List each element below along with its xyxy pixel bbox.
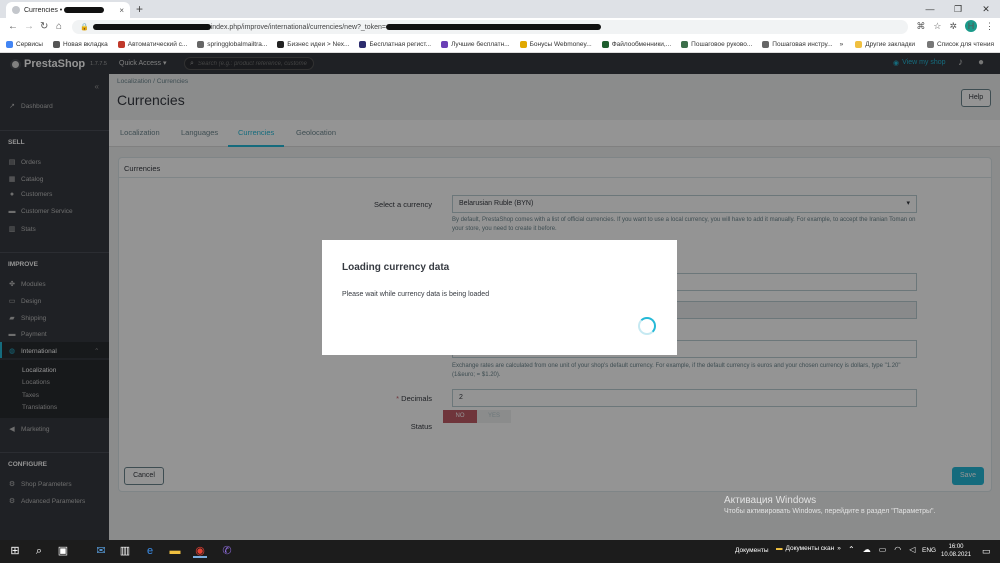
reload-icon[interactable]: ↻ bbox=[40, 21, 48, 33]
bookmark-item[interactable]: springglobalmailtra... bbox=[197, 40, 267, 48]
documents-scan-toolbar[interactable]: ▬ Документы скан» bbox=[776, 545, 841, 552]
store-icon[interactable]: ▥ bbox=[118, 544, 132, 558]
modal-title: Loading currency data bbox=[342, 262, 450, 273]
bookmark-item[interactable]: Бизнес идеи > Nex... bbox=[277, 40, 349, 48]
search-icon[interactable]: ⌕ bbox=[32, 544, 46, 558]
minimize-button[interactable]: — bbox=[916, 0, 944, 18]
clock[interactable]: 16:00 10.08.2021 bbox=[941, 543, 971, 559]
bookmarks-more-button[interactable]: » bbox=[840, 41, 844, 48]
bookmark-item[interactable]: Сервисы bbox=[6, 40, 43, 48]
forward-icon[interactable]: → bbox=[24, 21, 34, 33]
reading-list[interactable]: Список для чтения bbox=[927, 41, 994, 48]
chrome-icon[interactable]: ◉ bbox=[193, 544, 207, 558]
bookmark-favicon-icon bbox=[359, 40, 367, 48]
new-tab-button[interactable]: + bbox=[136, 2, 143, 16]
wifi-icon[interactable]: ◠ bbox=[894, 545, 901, 554]
extensions-icon[interactable]: ✲ bbox=[949, 21, 957, 32]
bookmark-item[interactable]: Файлообменники,... bbox=[601, 40, 671, 48]
windows-taskbar: ⊞ ⌕ ▣ ✉ ▥ e ▬ ◉ ✆ Документы ▬ Документы с… bbox=[0, 540, 1000, 563]
bookmark-favicon-icon bbox=[277, 40, 285, 48]
documents-toolbar[interactable]: Документы bbox=[735, 547, 769, 554]
windows-activation-watermark: Активация Windows Чтобы активировать Win… bbox=[724, 495, 936, 515]
folder-icon bbox=[855, 41, 863, 48]
mail-icon[interactable]: ✉ bbox=[94, 544, 108, 558]
folder-icon: ▬ bbox=[776, 545, 783, 552]
maximize-button[interactable]: ❐ bbox=[944, 0, 972, 18]
bookmark-item[interactable]: Новая вкладка bbox=[52, 40, 108, 48]
bookmark-favicon-icon bbox=[52, 40, 60, 48]
bookmark-item[interactable]: Лучшие бесплатн... bbox=[441, 40, 510, 48]
close-window-button[interactable]: ✕ bbox=[972, 0, 1000, 18]
tab-favicon-icon bbox=[12, 6, 20, 14]
translate-icon[interactable]: ⌘ bbox=[916, 21, 925, 32]
bookmark-item[interactable]: Бонусы Webmoney... bbox=[519, 40, 592, 48]
volume-icon[interactable]: ◁ bbox=[909, 545, 915, 554]
url-text: index.php/improve/international/currenci… bbox=[92, 24, 602, 31]
address-bar[interactable]: 🔒 index.php/improve/international/curren… bbox=[72, 20, 908, 34]
bookmark-favicon-icon bbox=[601, 40, 609, 48]
viber-icon[interactable]: ✆ bbox=[220, 544, 234, 558]
modal-message: Please wait while currency data is being… bbox=[342, 291, 490, 298]
bookmark-favicon-icon bbox=[681, 40, 689, 48]
file-explorer-icon[interactable]: ▬ bbox=[168, 544, 182, 558]
window-controls: — ❐ ✕ bbox=[916, 0, 1000, 18]
bookmark-favicon-icon bbox=[762, 40, 770, 48]
profile-avatar[interactable]: H bbox=[965, 20, 977, 32]
lock-icon: 🔒 bbox=[80, 24, 89, 31]
bookmark-favicon-icon bbox=[519, 40, 527, 48]
bookmark-item[interactable]: Бесплатная регист... bbox=[359, 40, 431, 48]
system-tray: ⌃ ☁ ▭ ◠ ◁ bbox=[848, 545, 915, 554]
bookmarks-right: » Другие закладки Список для чтения bbox=[840, 36, 994, 53]
star-icon[interactable]: ☆ bbox=[933, 21, 941, 32]
bookmark-favicon-icon bbox=[117, 40, 125, 48]
browser-tab[interactable]: Currencies • × bbox=[6, 2, 130, 18]
bookmark-item[interactable]: Пошаговая инстру... bbox=[762, 40, 833, 48]
bookmark-favicon-icon bbox=[6, 40, 13, 48]
edge-icon[interactable]: e bbox=[143, 544, 157, 558]
bookmark-item[interactable]: Автоматический с... bbox=[117, 40, 187, 48]
notification-center-icon[interactable]: ▭ bbox=[982, 546, 991, 557]
toolbar-actions: ⌘ ☆ ✲ H ⋮ bbox=[916, 20, 994, 32]
bookmarks-bar: Сервисы Новая вкладка Автоматический с... s… bbox=[0, 36, 1000, 53]
input-language[interactable]: ENG bbox=[922, 547, 936, 554]
menu-icon[interactable]: ⋮ bbox=[985, 21, 994, 32]
loading-spinner-icon bbox=[638, 317, 656, 335]
tab-title: Currencies • bbox=[24, 7, 115, 14]
back-icon[interactable]: ← bbox=[8, 21, 18, 33]
home-icon[interactable]: ⌂ bbox=[56, 21, 62, 33]
other-bookmarks[interactable]: Другие закладки bbox=[855, 41, 915, 48]
task-view-icon[interactable]: ▣ bbox=[56, 544, 70, 558]
reading-list-icon bbox=[927, 41, 934, 48]
windows-start-icon[interactable]: ⊞ bbox=[8, 544, 22, 558]
browser-tab-strip: Currencies • × + — ❐ ✕ bbox=[0, 0, 1000, 18]
bookmark-favicon-icon bbox=[441, 40, 449, 48]
tab-close-icon[interactable]: × bbox=[119, 6, 124, 15]
bookmark-favicon-icon bbox=[197, 40, 205, 48]
browser-toolbar: ← → ↻ ⌂ 🔒 index.php/improve/internationa… bbox=[0, 18, 1000, 36]
cloud-icon[interactable]: ☁ bbox=[863, 545, 871, 554]
bookmark-item[interactable]: Пошаговое руково... bbox=[681, 40, 752, 48]
chevron-up-icon[interactable]: ⌃ bbox=[848, 545, 855, 554]
loading-modal: Loading currency data Please wait while … bbox=[322, 240, 677, 355]
display-icon[interactable]: ▭ bbox=[879, 545, 887, 554]
